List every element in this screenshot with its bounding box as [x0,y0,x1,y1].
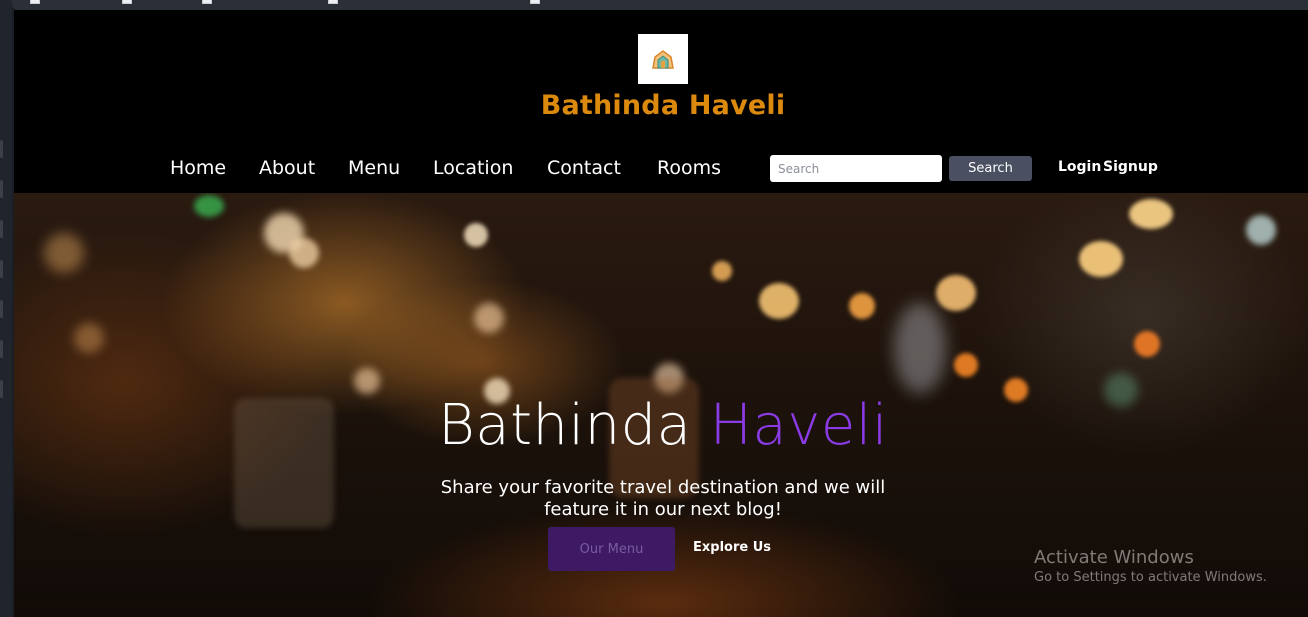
bokeh-light [1079,241,1123,277]
nav-menu[interactable]: Menu [348,157,400,179]
bokeh-light [74,323,104,353]
nav-location[interactable]: Location [433,157,513,179]
bokeh-light [289,238,319,268]
bokeh-light [712,261,732,281]
signup-link[interactable]: Signup [1103,159,1158,175]
bokeh-light [474,303,504,333]
login-link[interactable]: Login [1058,159,1101,175]
bokeh-light [1129,199,1173,229]
bookmark-icon[interactable] [202,0,212,4]
nav-rooms[interactable]: Rooms [657,157,721,179]
edge-tick [0,180,3,198]
webpage: Bathinda Haveli Home About Menu Location… [14,10,1308,617]
nav-about[interactable]: About [259,157,315,179]
restaurant-logo[interactable] [638,34,688,84]
bokeh-light [1134,331,1160,357]
nav-home[interactable]: Home [170,157,226,179]
edge-tick [0,220,3,238]
bokeh-light [936,275,976,311]
hero-title: Bathinda Haveli [14,393,1308,458]
main-nav: Home About Menu Location Contact Rooms S… [14,153,1308,189]
bokeh-light [464,223,488,247]
edge-tick [0,140,3,158]
bokeh-light [894,303,946,393]
bookmark-icon[interactable] [530,0,540,4]
activate-windows-watermark: Activate Windows Go to Settings to activ… [1034,547,1267,585]
bokeh-light [849,293,875,319]
edge-tick [0,380,3,398]
brand-title: Bathinda Haveli [540,90,786,121]
left-edge-strip [0,0,12,617]
nav-contact[interactable]: Contact [547,157,621,179]
edge-tick [0,260,3,278]
search-button[interactable]: Search [949,156,1032,181]
hero-title-part2: Haveli [709,393,888,458]
our-menu-button[interactable]: Our Menu [548,527,675,571]
bookmarks-bar [12,0,1308,10]
bookmark-icon[interactable] [30,0,40,4]
hero-subtitle: Share your favorite travel destination a… [440,477,886,520]
bokeh-light [1246,215,1276,245]
bookmark-icon[interactable] [328,0,338,4]
watermark-line1: Activate Windows [1034,547,1194,568]
bokeh-light [759,283,799,319]
house-logo-icon [652,50,674,69]
explore-us-link[interactable]: Explore Us [693,540,771,555]
edge-tick [0,300,3,318]
watermark-line2: Go to Settings to activate Windows. [1034,570,1267,585]
bookmark-icon[interactable] [122,0,132,4]
edge-tick [0,340,3,358]
bokeh-light [44,233,84,273]
bokeh-light [194,195,224,217]
hero-title-part1: Bathinda [438,393,692,458]
bokeh-light [954,353,978,377]
bokeh-light [354,368,380,394]
search-input[interactable] [770,155,942,182]
